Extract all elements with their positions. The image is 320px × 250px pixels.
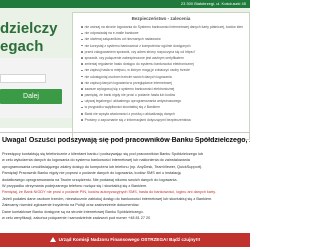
- top-bar: 23 300 Białobrzegi, ul. Kościuszki 45: [0, 0, 250, 8]
- security-notice-text: nie ustrzaj na stronie logowania do Syst…: [84, 25, 243, 29]
- top-bar-address: 23 300 Białobrzegi, ul. Kościuszki 45: [180, 1, 246, 6]
- bank-title: dzielczy egach: [0, 20, 66, 56]
- security-notice-text: zawsze wylogowuj się z systemu bankowośc…: [84, 86, 175, 91]
- security-notice-panel: Bezpieczeństwo - zalecenia nie ustrzaj n…: [72, 12, 250, 140]
- security-notice-text: nie odpowiadaj na e-maile bankowe: [84, 31, 139, 36]
- fraud-warning-body: Przestępcy kontaktują się telefonicznie …: [2, 151, 248, 221]
- bank-title-line: egach: [0, 38, 44, 55]
- security-notice-text: sprawdź, czy połączenie zabezpieczone je…: [84, 55, 184, 60]
- login-input[interactable]: [0, 74, 46, 83]
- security-notice-text: Bank nie wysyła wiadomości z prośbą o ak…: [84, 111, 175, 116]
- bullet-icon: [81, 63, 83, 66]
- security-notice-text: Prosimy o zapoznanie się z informacjami …: [84, 117, 191, 122]
- security-notice-title: Bezpieczeństwo - zalecenia: [131, 16, 191, 21]
- bullet-icon: [81, 112, 83, 115]
- security-notice-text: zmieniaj regularnie hasło dostępu do sys…: [84, 62, 194, 67]
- bullet-icon: [81, 51, 83, 53]
- security-notice-text: nie zapisuj hasła w miejscu, w którym mo…: [84, 68, 190, 73]
- security-notice-text: nie korzystaj z systemu bankowości z kom…: [84, 43, 191, 48]
- security-notice-text: nie otwieraj załączników od nieznanych n…: [84, 37, 161, 42]
- bank-title-line: dzielczy: [0, 20, 58, 37]
- bullet-icon: [81, 69, 83, 72]
- security-notice-item: Prosimy o zapoznanie się z informacjami …: [81, 117, 243, 123]
- bullet-icon: [81, 38, 83, 41]
- login-next-button[interactable]: Dalej: [0, 89, 62, 104]
- bullet-icon: [81, 26, 83, 28]
- security-notice-text: przed zalogowaniem sprawdź, czy adres st…: [84, 49, 196, 54]
- bullet-icon: [81, 44, 83, 47]
- warning-icon: [49, 237, 56, 242]
- security-notice-text: używaj legalnego i aktualnego oprogramow…: [84, 99, 182, 104]
- security-notice-text: pamiętaj, że bank nigdy nie prosi o poda…: [84, 93, 176, 98]
- login-box: [0, 58, 72, 118]
- bullet-icon: [81, 100, 83, 103]
- security-notice-text: nie zapisuj danych logowania w przegląda…: [84, 80, 172, 85]
- bullet-icon: [81, 57, 83, 59]
- security-notice-text: nie udostępniaj osobom trzecim swoich da…: [84, 74, 172, 79]
- section-divider: [0, 132, 250, 133]
- bullet-icon: [81, 106, 83, 109]
- bullet-icon: [81, 82, 83, 84]
- bullet-icon: [81, 88, 83, 90]
- bullet-icon: [81, 32, 83, 35]
- fraud-warning-headline: Uwaga! Oszuści podszywają się pod pracow…: [2, 137, 250, 144]
- knf-warning-banner[interactable]: Urząd Komisji Nadzoru Finansowego OSTRZE…: [0, 233, 250, 247]
- security-notice-list: nie ustrzaj na stronie logowania do Syst…: [81, 24, 243, 123]
- bullet-icon: [81, 94, 83, 96]
- fraud-warning-line: w celu weryfikacji, zakończ połączenie i…: [2, 216, 151, 221]
- security-notice-text: w przypadku wątpliwości skontaktuj się z…: [84, 105, 160, 110]
- bullet-icon: [81, 119, 83, 121]
- knf-warning-label: Urząd Komisji Nadzoru Finansowego OSTRZE…: [58, 237, 201, 242]
- bullet-icon: [81, 75, 83, 78]
- fraud-warning-line: Pamiętaj, że Bank NIGDY nie prosi o poda…: [2, 190, 216, 195]
- knf-warning-text: Urząd Komisji Nadzoru Finansowego OSTRZE…: [0, 233, 250, 247]
